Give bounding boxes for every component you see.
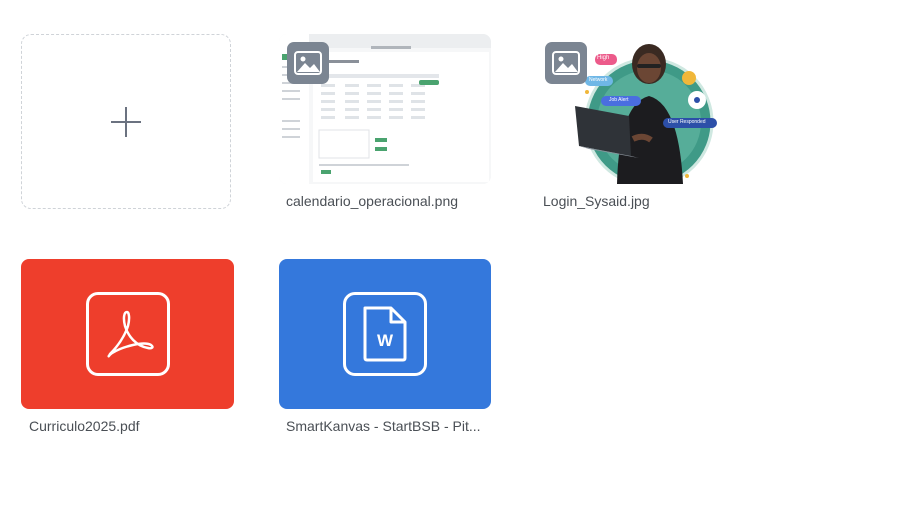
filename-pdf[interactable]: Curriculo2025.pdf [29,418,234,434]
doc-icon-frame: W [343,292,427,376]
image-badge [545,42,587,84]
file-thumbnail-login[interactable]: High Network Job Alert User Responded [537,34,717,184]
filename-login[interactable]: Login_Sysaid.jpg [543,193,723,209]
filename-doc[interactable]: SmartKanvas - StartBSB - Pit... [286,418,491,434]
add-file-button[interactable] [21,34,231,209]
image-badge [287,42,329,84]
image-icon [294,51,322,75]
plus-icon [111,106,141,137]
tag-user-responded: User Responded [668,119,706,125]
file-thumbnail-doc[interactable]: W [279,259,491,409]
filename-calendario[interactable]: calendario_operacional.png [286,193,491,209]
tag-job-alert: Job Alert [609,97,629,103]
pdf-icon [106,310,154,358]
file-thumbnail-pdf[interactable] [21,259,234,409]
tag-high: High [597,55,610,61]
file-thumbnail-calendario[interactable] [279,34,491,184]
pdf-icon-frame [85,292,170,376]
tag-network: Network [589,77,608,83]
image-icon [552,51,580,75]
doc-letter: W [376,331,394,350]
